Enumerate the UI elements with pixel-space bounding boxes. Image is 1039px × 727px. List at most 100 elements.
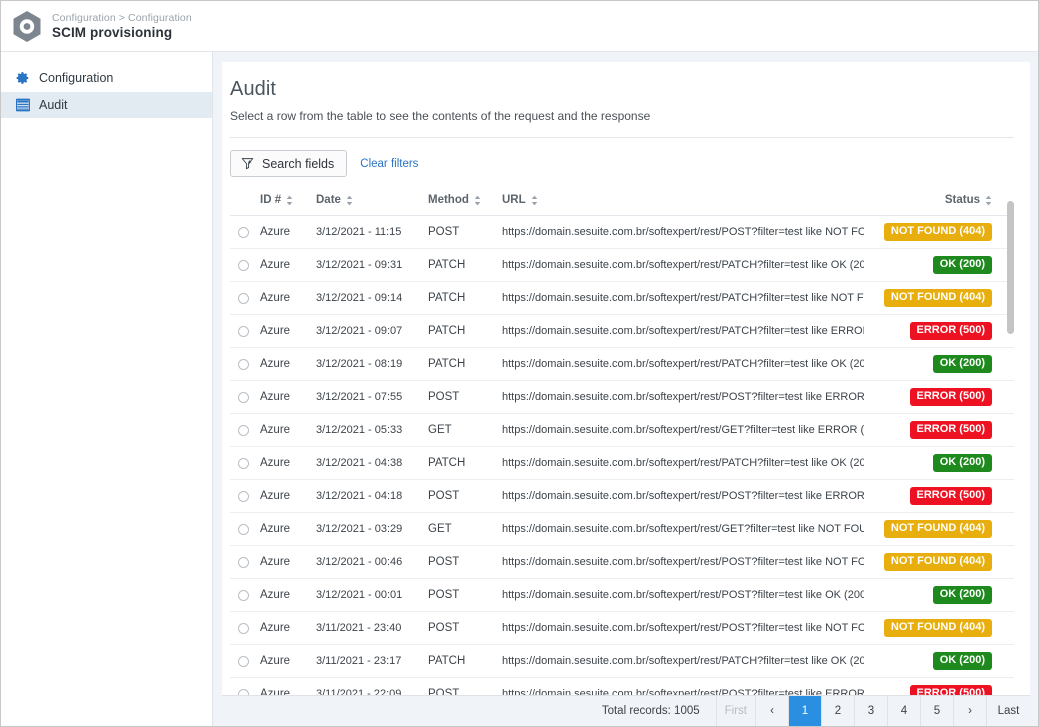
- row-date: 3/12/2021 - 08:19: [316, 347, 428, 381]
- table-row[interactable]: Azure 3/12/2021 - 09:14 PATCH https://domai…: [230, 281, 1014, 315]
- row-select-cell[interactable]: [230, 380, 260, 414]
- table-row[interactable]: Azure 3/11/2021 - 23:17 PATCH https://domai…: [230, 644, 1014, 678]
- row-radio-button[interactable]: [238, 325, 249, 337]
- row-id: Azure: [260, 545, 316, 579]
- sort-icon[interactable]: [985, 195, 992, 206]
- row-radio-button[interactable]: [238, 622, 249, 634]
- row-date: 3/12/2021 - 11:15: [316, 215, 428, 249]
- row-method: POST: [428, 380, 502, 414]
- row-status-cell: ERROR (500): [864, 479, 1014, 513]
- column-header-id[interactable]: ID #: [260, 194, 316, 216]
- sort-icon[interactable]: [286, 195, 293, 206]
- row-date: 3/12/2021 - 09:31: [316, 248, 428, 282]
- row-status-cell: NOT FOUND (404): [864, 281, 1014, 315]
- row-select-cell[interactable]: [230, 578, 260, 612]
- row-method: POST: [428, 479, 502, 513]
- table-row[interactable]: Azure 3/12/2021 - 04:38 PATCH https://domai…: [230, 446, 1014, 480]
- row-id: Azure: [260, 644, 316, 678]
- table-row[interactable]: Azure 3/12/2021 - 09:07 PATCH https://domai…: [230, 314, 1014, 348]
- row-select-cell[interactable]: [230, 215, 260, 249]
- status-badge: OK (200): [932, 652, 992, 670]
- row-radio-button[interactable]: [238, 589, 249, 601]
- pagination-page-5[interactable]: 5: [920, 696, 953, 726]
- table-scrollbar[interactable]: [1006, 194, 1014, 695]
- sort-icon[interactable]: [531, 195, 538, 206]
- table-row[interactable]: Azure 3/11/2021 - 23:40 POST https://domain…: [230, 611, 1014, 645]
- row-id: Azure: [260, 479, 316, 513]
- row-radio-button[interactable]: [238, 457, 249, 469]
- table-row[interactable]: Azure 3/11/2021 - 22:09 POST https://domain…: [230, 677, 1014, 695]
- sidebar: Configuration Audit: [1, 52, 213, 726]
- table-row[interactable]: Azure 3/12/2021 - 11:15 POST https://domain…: [230, 215, 1014, 249]
- row-select-cell[interactable]: [230, 512, 260, 546]
- search-fields-button[interactable]: Search fields: [230, 150, 348, 177]
- table-row[interactable]: Azure 3/12/2021 - 04:18 POST https://domain…: [230, 479, 1014, 513]
- scrollbar-thumb[interactable]: [1007, 201, 1014, 334]
- pagination-first[interactable]: First: [715, 696, 755, 726]
- column-label: URL: [502, 194, 526, 206]
- row-radio-button[interactable]: [238, 556, 249, 568]
- row-date: 3/11/2021 - 23:40: [316, 611, 428, 645]
- row-date: 3/12/2021 - 09:07: [316, 314, 428, 348]
- row-radio-button[interactable]: [238, 259, 249, 271]
- table-row[interactable]: Azure 3/12/2021 - 00:46 POST https://domain…: [230, 545, 1014, 579]
- pagination-last[interactable]: Last: [986, 696, 1030, 726]
- row-id: Azure: [260, 215, 316, 249]
- table-row[interactable]: Azure 3/12/2021 - 09:31 PATCH https://domai…: [230, 248, 1014, 282]
- row-select-cell[interactable]: [230, 611, 260, 645]
- row-select-cell[interactable]: [230, 677, 260, 695]
- sort-icon[interactable]: [474, 195, 481, 206]
- breadcrumb[interactable]: Configuration > Configuration: [52, 12, 192, 24]
- row-radio-button[interactable]: [238, 391, 249, 403]
- audit-table-container: ID # Date Method URL Status Azure 3/12/2…: [230, 194, 1014, 695]
- row-status-cell: ERROR (500): [864, 413, 1014, 447]
- row-select-cell[interactable]: [230, 248, 260, 282]
- row-url: https://domain.sesuite.com.br/softexpert…: [502, 512, 864, 546]
- row-select-cell[interactable]: [230, 479, 260, 513]
- row-radio-button[interactable]: [238, 226, 249, 238]
- column-label: Status: [944, 194, 980, 206]
- sort-icon[interactable]: [346, 195, 353, 206]
- pagination-page-4[interactable]: 4: [887, 696, 920, 726]
- sidebar-item-audit[interactable]: Audit: [1, 92, 212, 118]
- row-radio-button[interactable]: [238, 292, 249, 304]
- row-status-cell: NOT FOUND (404): [864, 545, 1014, 579]
- row-status-cell: OK (200): [864, 248, 1014, 282]
- row-select-cell[interactable]: [230, 545, 260, 579]
- row-select-cell[interactable]: [230, 644, 260, 678]
- pagination-next[interactable]: ›: [953, 696, 986, 726]
- column-header-method[interactable]: Method: [428, 194, 502, 216]
- sidebar-item-configuration[interactable]: Configuration: [1, 65, 212, 91]
- row-radio-button[interactable]: [238, 655, 249, 667]
- pagination-prev[interactable]: ‹: [755, 696, 788, 726]
- row-id: Azure: [260, 446, 316, 480]
- row-url: https://domain.sesuite.com.br/softexpert…: [502, 611, 864, 645]
- table-row[interactable]: Azure 3/12/2021 - 00:01 POST https://domain…: [230, 578, 1014, 612]
- row-radio-button[interactable]: [238, 490, 249, 502]
- table-row[interactable]: Azure 3/12/2021 - 07:55 POST https://domain…: [230, 380, 1014, 414]
- row-url: https://domain.sesuite.com.br/softexpert…: [502, 281, 864, 315]
- row-status-cell: OK (200): [864, 446, 1014, 480]
- row-radio-button[interactable]: [238, 424, 249, 436]
- row-select-cell[interactable]: [230, 314, 260, 348]
- app-header: Configuration > Configuration SCIM provi…: [1, 1, 1038, 52]
- row-select-cell[interactable]: [230, 446, 260, 480]
- row-radio-button[interactable]: [238, 523, 249, 535]
- clear-filters-link[interactable]: Clear filters: [360, 158, 418, 170]
- pagination-page-3[interactable]: 3: [854, 696, 887, 726]
- row-status-cell: ERROR (500): [864, 314, 1014, 348]
- table-row[interactable]: Azure 3/12/2021 - 08:19 PATCH https://domai…: [230, 347, 1014, 381]
- row-select-cell[interactable]: [230, 413, 260, 447]
- row-radio-button[interactable]: [238, 358, 249, 370]
- column-header-url[interactable]: URL: [502, 194, 864, 216]
- pagination-page-1[interactable]: 1: [788, 696, 821, 726]
- row-radio-button[interactable]: [238, 688, 249, 695]
- pagination-page-2[interactable]: 2: [821, 696, 854, 726]
- table-row[interactable]: Azure 3/12/2021 - 03:29 GET https://domain.…: [230, 512, 1014, 546]
- row-method: PATCH: [428, 347, 502, 381]
- table-row[interactable]: Azure 3/12/2021 - 05:33 GET https://domain.…: [230, 413, 1014, 447]
- column-header-date[interactable]: Date: [316, 194, 428, 216]
- row-select-cell[interactable]: [230, 281, 260, 315]
- column-header-status[interactable]: Status: [864, 194, 1014, 216]
- row-select-cell[interactable]: [230, 347, 260, 381]
